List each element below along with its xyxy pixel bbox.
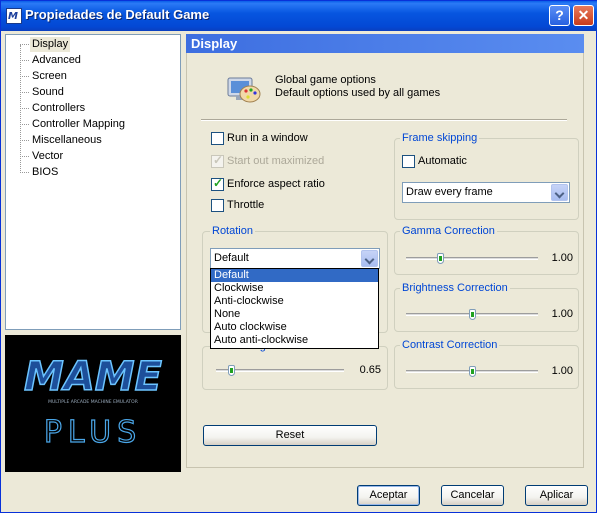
- tree-item-controller-mapping[interactable]: Controller Mapping: [30, 117, 127, 132]
- reset-button[interactable]: Reset: [203, 425, 377, 446]
- start-maximized-label: Start out maximized: [227, 155, 325, 167]
- tree-item-miscellaneous[interactable]: Miscellaneous: [30, 133, 104, 148]
- run-in-window-checkbox[interactable]: [211, 132, 224, 145]
- info-line-1: Global game options: [275, 74, 376, 86]
- enforce-aspect-label[interactable]: Enforce aspect ratio: [227, 178, 325, 190]
- frame-skipping-title: Frame skipping: [400, 132, 480, 144]
- properties-window: M Propiedades de Default Game ? ✕ Displa…: [0, 0, 597, 513]
- rotation-option-auto-clockwise[interactable]: Auto clockwise: [211, 321, 378, 334]
- rotation-title: Rotation: [210, 225, 255, 237]
- throttle-label[interactable]: Throttle: [227, 199, 264, 211]
- apply-button[interactable]: Aplicar: [525, 485, 588, 506]
- panel-title: Display: [186, 34, 584, 53]
- tree-item-bios[interactable]: BIOS: [30, 165, 60, 180]
- rotation-dropdown-list[interactable]: Default Clockwise Anti-clockwise None Au…: [210, 268, 379, 349]
- frame-skip-value: Draw every frame: [406, 186, 493, 198]
- logo-sub: PLUS: [44, 415, 142, 450]
- run-in-window-label[interactable]: Run in a window: [227, 132, 308, 144]
- rotation-option-clockwise[interactable]: Clockwise: [211, 282, 378, 295]
- automatic-label[interactable]: Automatic: [418, 155, 467, 167]
- tree-item-controllers[interactable]: Controllers: [30, 101, 87, 116]
- frame-skipping-group: [394, 138, 579, 220]
- contrast-thumb[interactable]: [468, 366, 476, 377]
- info-line-2: Default options used by all games: [275, 87, 441, 99]
- close-button[interactable]: ✕: [573, 5, 594, 26]
- palette-monitor-icon: [226, 74, 262, 106]
- contrast-title: Contrast Correction: [400, 339, 500, 351]
- pause-brightness-value: 0.65: [359, 364, 381, 376]
- window-title: Propiedades de Default Game: [25, 7, 210, 22]
- enforce-aspect-checkbox[interactable]: [211, 176, 224, 191]
- help-button[interactable]: ?: [549, 5, 570, 26]
- tree-item-sound[interactable]: Sound: [30, 85, 66, 100]
- tree-item-display[interactable]: Display: [30, 37, 71, 52]
- tree-connector: [20, 45, 21, 173]
- ok-button[interactable]: Aceptar: [357, 485, 420, 506]
- logo-wordmark: MAME: [24, 354, 162, 400]
- divider: [201, 119, 567, 121]
- tree-item-screen[interactable]: Screen: [30, 69, 69, 84]
- rotation-option-none[interactable]: None: [211, 308, 378, 321]
- throttle-checkbox[interactable]: [211, 199, 224, 212]
- tree-item-vector[interactable]: Vector: [30, 149, 65, 164]
- start-maximized-checkbox: [211, 153, 224, 168]
- app-icon: M: [6, 8, 22, 24]
- logo-artwork: MAME MULTIPLE ARCADE MACHINE EMULATOR PL…: [23, 353, 162, 450]
- brightness-value: 1.00: [551, 308, 573, 320]
- brightness-thumb[interactable]: [468, 309, 476, 320]
- rotation-option-auto-anti-clockwise[interactable]: Auto anti-clockwise: [211, 334, 378, 347]
- chevron-down-icon[interactable]: [361, 250, 378, 267]
- logo-tagline: MULTIPLE ARCADE MACHINE EMULATOR: [48, 399, 138, 405]
- rotation-option-default[interactable]: Default: [211, 269, 378, 282]
- cancel-button[interactable]: Cancelar: [441, 485, 504, 506]
- pause-brightness-track[interactable]: [216, 369, 344, 372]
- gamma-title: Gamma Correction: [400, 225, 497, 237]
- gamma-track[interactable]: [406, 257, 538, 260]
- gamma-value: 1.00: [551, 252, 573, 264]
- pause-brightness-thumb[interactable]: [228, 365, 236, 376]
- rotation-value: Default: [214, 252, 249, 264]
- brightness-title: Brightness Correction: [400, 282, 510, 294]
- gamma-thumb[interactable]: [437, 253, 445, 264]
- contrast-value: 1.00: [551, 365, 573, 377]
- mame-plus-logo: MAME MULTIPLE ARCADE MACHINE EMULATOR PL…: [5, 335, 181, 472]
- tree-item-advanced[interactable]: Advanced: [30, 53, 83, 68]
- title-bar[interactable]: M Propiedades de Default Game ? ✕: [1, 1, 597, 31]
- options-tree[interactable]: Display Advanced Screen Sound Controller…: [5, 34, 181, 330]
- rotation-option-anti-clockwise[interactable]: Anti-clockwise: [211, 295, 378, 308]
- frame-skip-select[interactable]: Draw every frame: [402, 182, 570, 203]
- chevron-down-icon[interactable]: [551, 184, 568, 201]
- rotation-select[interactable]: Default: [210, 248, 380, 269]
- automatic-checkbox[interactable]: [402, 155, 415, 168]
